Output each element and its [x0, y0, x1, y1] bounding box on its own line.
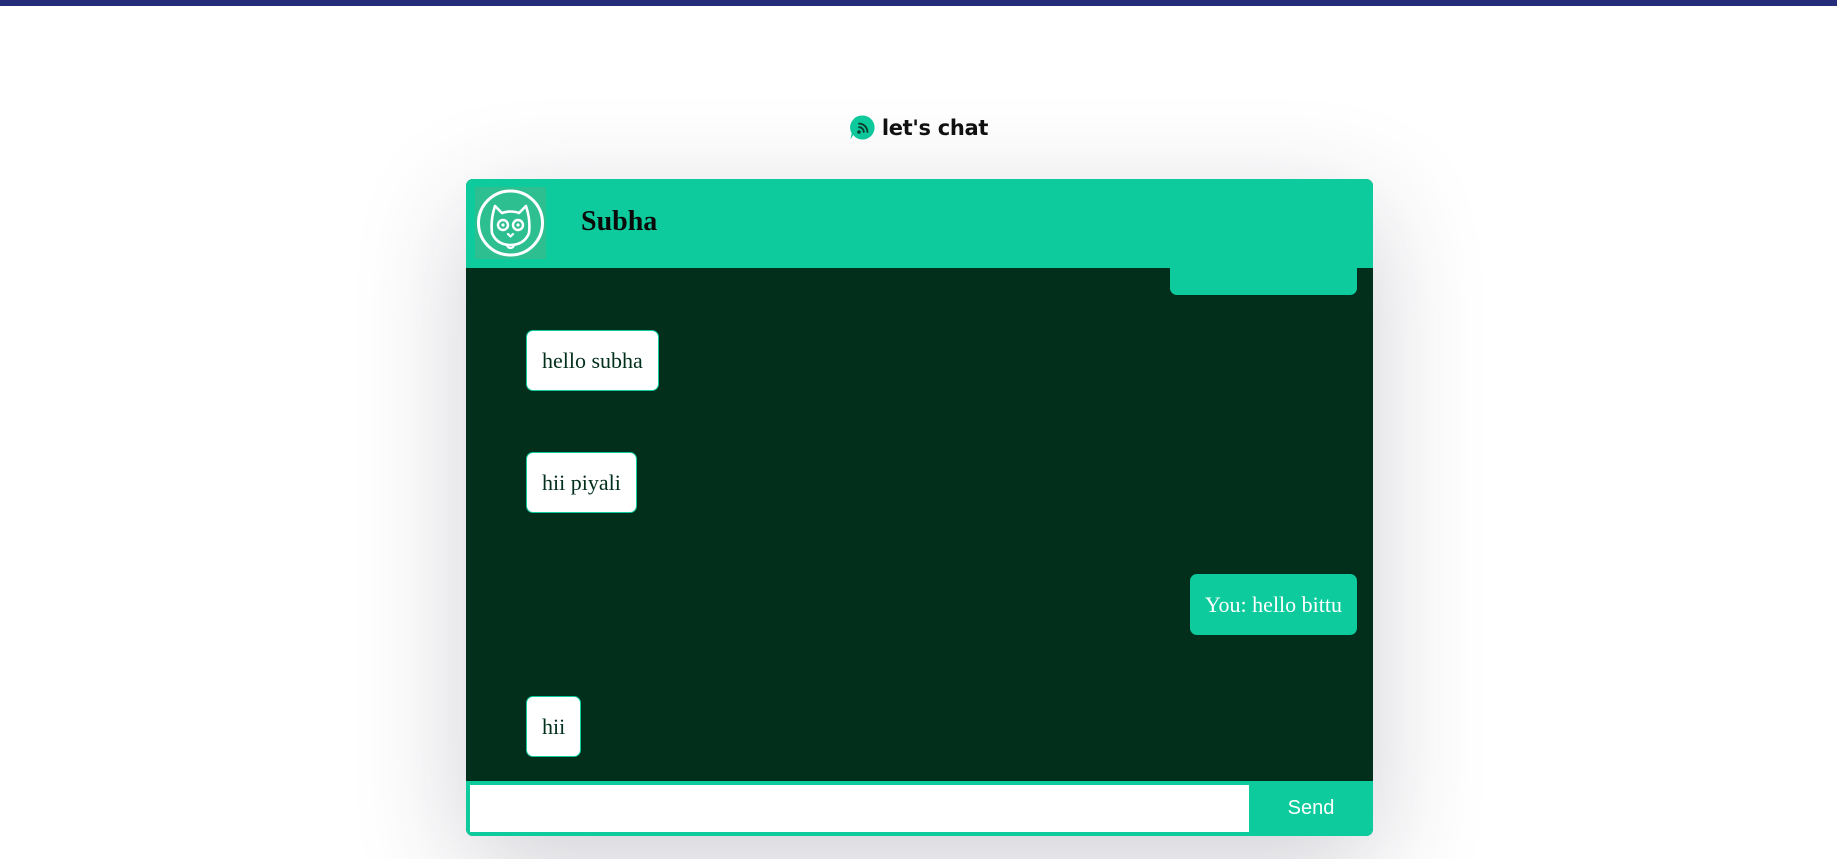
chat-bubble-signal-icon	[849, 114, 876, 141]
message-composer: Send	[466, 781, 1373, 836]
app-brand: let's chat	[0, 114, 1837, 141]
message-bubble-outgoing: You: hello bittu	[1189, 574, 1357, 635]
contact-name: Subha	[581, 206, 658, 237]
app-title: let's chat	[881, 115, 989, 140]
chat-window: Subha hello subha hii piyali You: hello …	[466, 179, 1373, 836]
message-bubble-incoming: hello subha	[526, 330, 659, 391]
top-accent-bar	[0, 0, 1837, 6]
message-bubble-incoming: hii	[526, 696, 582, 757]
message-bubble-incoming: hii piyali	[526, 452, 637, 513]
chat-header: Subha	[466, 179, 1373, 268]
message-list[interactable]: hello subha hii piyali You: hello bittu …	[466, 268, 1373, 781]
message-input[interactable]	[470, 785, 1249, 832]
send-button[interactable]: Send	[1249, 781, 1373, 836]
message-bubble-outgoing	[1170, 268, 1357, 295]
cat-face-icon	[477, 189, 544, 257]
avatar[interactable]	[475, 187, 546, 259]
